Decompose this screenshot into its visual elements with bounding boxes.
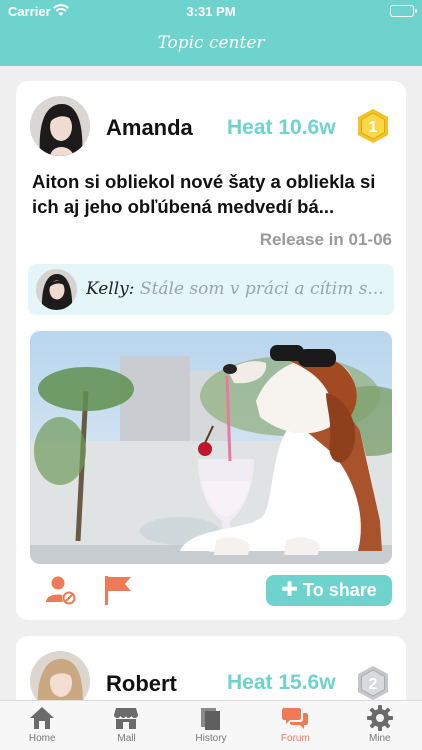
store-icon xyxy=(114,708,139,729)
rank-badge-gold-icon: 1 xyxy=(356,108,390,144)
block-user-icon[interactable] xyxy=(45,574,77,611)
comment-body: Stále som v práci a cítim s... xyxy=(139,279,384,299)
latest-comment[interactable]: Kelly: Stále som v práci a cítim s... xyxy=(28,264,394,315)
tab-history[interactable]: History xyxy=(169,701,253,750)
avatar[interactable] xyxy=(30,96,90,156)
rank-number: 1 xyxy=(369,119,378,136)
post-title[interactable]: Aiton si obliekol nové šaty a obliekla s… xyxy=(32,169,394,219)
gear-icon xyxy=(366,705,393,731)
tab-bar: Home Mall History Forum Mine xyxy=(0,700,422,750)
tab-label: Home xyxy=(28,733,56,744)
tab-home[interactable]: Home xyxy=(0,701,84,750)
heat-value: Heat 15.6w xyxy=(227,671,336,694)
release-date: Release in 01-06 xyxy=(259,230,392,249)
tab-label: History xyxy=(195,733,227,744)
forum-icon xyxy=(282,708,309,729)
battery-icon xyxy=(390,5,417,17)
rank-number: 2 xyxy=(369,676,378,693)
status-bar: Carrier 3:31 PM xyxy=(0,0,422,22)
post-image[interactable] xyxy=(30,331,392,564)
rank-badge-silver-icon: 2 xyxy=(356,665,390,701)
header-bar: Carrier 3:31 PM Topic center xyxy=(0,0,422,66)
post-card[interactable]: Amanda Heat 10.6w 1 Aiton si obliekol no… xyxy=(16,81,406,620)
comment-avatar xyxy=(36,269,77,310)
tab-label: Mall xyxy=(117,733,136,744)
page-title: Topic center xyxy=(157,33,265,53)
home-icon xyxy=(30,707,54,729)
report-flag-icon[interactable] xyxy=(103,574,133,611)
tab-label: Mine xyxy=(368,733,391,744)
share-button[interactable]: ✚ To share xyxy=(266,575,392,606)
heat-value: Heat 10.6w xyxy=(227,116,336,139)
tab-mine[interactable]: Mine xyxy=(338,701,422,750)
share-label: To share xyxy=(303,580,377,600)
author-name[interactable]: Robert xyxy=(106,671,177,697)
history-icon xyxy=(200,708,220,730)
comment-author: Kelly: xyxy=(86,279,135,299)
clock: 3:31 PM xyxy=(186,4,236,19)
comment-text: Kelly: Stále som v práci a cítim s... xyxy=(86,279,386,299)
tab-label: Forum xyxy=(280,733,310,744)
plus-icon: ✚ xyxy=(281,579,299,601)
author-name[interactable]: Amanda xyxy=(106,115,193,141)
tab-forum[interactable]: Forum xyxy=(253,701,337,750)
tab-mall[interactable]: Mall xyxy=(84,701,168,750)
